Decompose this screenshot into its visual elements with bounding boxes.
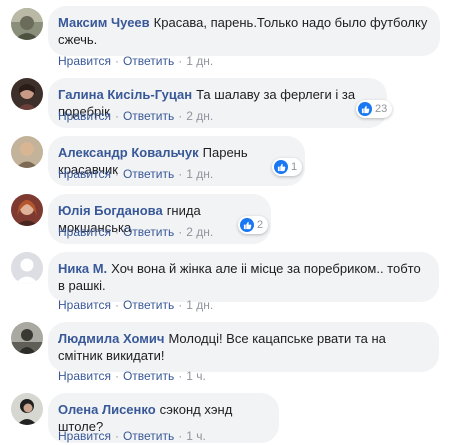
separator-dot: · [114,54,119,68]
like-link[interactable]: Нравится [58,298,111,312]
reply-link[interactable]: Ответить [123,225,174,239]
comment-bubble: Ника М. Хоч вона й жінка але іі місце за … [48,252,439,302]
user-avatar-icon[interactable] [11,322,43,354]
comment-author-link[interactable]: Олена Лисенко [58,402,156,417]
default-user-silhouette-icon[interactable] [11,252,43,284]
comment-timestamp[interactable]: 1 дн. [186,167,213,181]
comment-timestamp[interactable]: 2 дн. [186,109,213,123]
reply-link[interactable]: Ответить [123,167,174,181]
separator-dot: · [178,109,183,123]
comment-actions: Нравится · Ответить · 1 ч. [58,368,206,384]
separator-dot: · [114,369,119,383]
reply-link[interactable]: Ответить [123,54,174,68]
like-icon [358,102,372,116]
comment-author-link[interactable]: Людмила Хомич [58,331,164,346]
comment-author-link[interactable]: Юлія Богданова [58,203,163,218]
reaction-count: 2 [257,219,264,231]
comment-timestamp[interactable]: 1 дн. [186,54,213,68]
user-avatar-icon[interactable] [11,78,43,110]
reaction-count: 23 [375,103,388,115]
reaction-count: 1 [291,161,298,173]
comment-actions: Нравится · Ответить · 1 дн. [58,297,213,313]
comment-text: Хоч вона й жінка але іі місце за поребри… [58,261,421,293]
reply-link[interactable]: Ответить [123,109,174,123]
user-avatar-icon[interactable] [11,8,43,40]
comment-author-link[interactable]: Александр Ковальчук [58,145,199,160]
comment-bubble: Максим Чуеев Красава, парень.Только надо … [48,6,440,56]
reply-link[interactable]: Ответить [123,298,174,312]
separator-dot: · [114,167,119,181]
like-link[interactable]: Нравится [58,167,111,181]
user-avatar-icon[interactable] [11,194,43,226]
like-link[interactable]: Нравится [58,54,111,68]
comment-author-link[interactable]: Максим Чуеев [58,15,150,30]
user-avatar-icon[interactable] [11,393,43,425]
separator-dot: · [178,225,183,239]
comments-feed: Максим Чуеев Красава, парень.Только надо … [0,0,465,445]
separator-dot: · [114,429,119,443]
like-link[interactable]: Нравится [58,109,111,123]
separator-dot: · [178,298,183,312]
separator-dot: · [178,429,183,443]
comment-actions: Нравится · Ответить · 1 дн. [58,166,213,182]
like-link[interactable]: Нравится [58,429,111,443]
comment-timestamp[interactable]: 1 ч. [186,369,206,383]
reaction-summary[interactable]: 2 [238,216,269,234]
like-link[interactable]: Нравится [58,369,111,383]
like-icon [274,160,288,174]
comment-timestamp[interactable]: 1 ч. [186,429,206,443]
like-icon [240,218,254,232]
comment-author-link[interactable]: Галина Кисіль-Гуцан [58,87,192,102]
reply-link[interactable]: Ответить [123,429,174,443]
comment-actions: Нравится · Ответить · 2 дн. [58,108,213,124]
reply-link[interactable]: Ответить [123,369,174,383]
comment-timestamp[interactable]: 1 дн. [186,298,213,312]
like-link[interactable]: Нравится [58,225,111,239]
separator-dot: · [114,298,119,312]
separator-dot: · [178,369,183,383]
reaction-summary[interactable]: 23 [356,100,393,118]
user-avatar-icon[interactable] [11,136,43,168]
comment-author-link[interactable]: Ника М. [58,261,107,276]
separator-dot: · [178,54,183,68]
separator-dot: · [178,167,183,181]
reaction-summary[interactable]: 1 [272,158,303,176]
comment-actions: Нравится · Ответить · 1 дн. [58,53,213,69]
comment-bubble: Людмила Хомич Молодці! Все кацапське рват… [48,322,439,372]
comment-actions: Нравится · Ответить · 2 дн. [58,224,213,240]
separator-dot: · [114,109,119,123]
comment-timestamp[interactable]: 2 дн. [186,225,213,239]
comment-actions: Нравится · Ответить · 1 ч. [58,428,206,444]
separator-dot: · [114,225,119,239]
